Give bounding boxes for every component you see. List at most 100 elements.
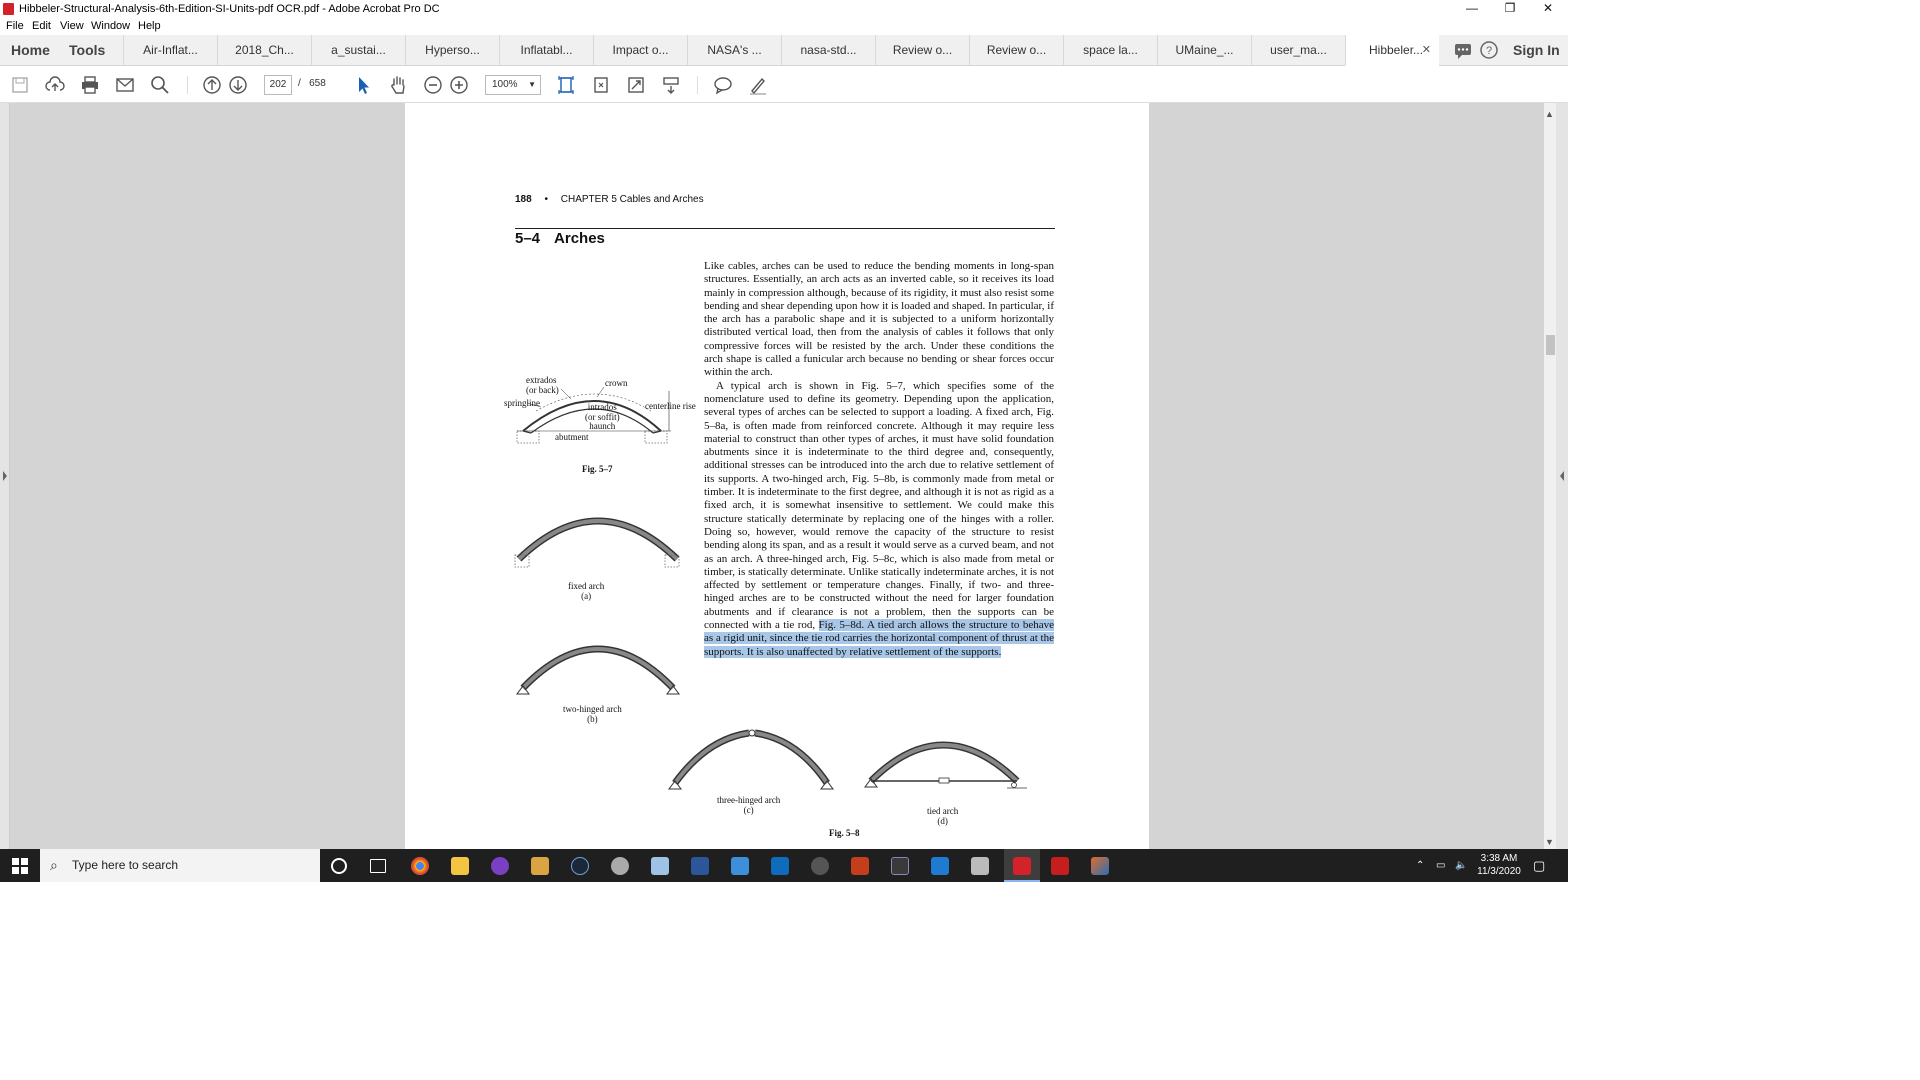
doc-tab-label: Hibbeler... [1369,43,1424,57]
steam-icon[interactable] [571,857,589,875]
app-grey-icon[interactable] [971,857,989,875]
doc-tab[interactable]: Air-Inflat... [123,35,217,65]
calculator-icon[interactable] [731,857,749,875]
left-pane-toggle[interactable] [0,103,10,849]
email-icon[interactable] [114,74,136,96]
print-icon[interactable] [79,74,101,96]
hand-tool-icon[interactable] [387,74,409,96]
notepad-icon[interactable] [651,857,669,875]
menu-help[interactable]: Help [138,20,161,32]
menu-edit[interactable]: Edit [32,20,51,32]
right-pane-toggle[interactable] [1556,103,1568,849]
rotate-page-icon[interactable] [590,74,612,96]
app-character-icon[interactable] [811,857,829,875]
draw-pen-icon[interactable] [747,74,769,96]
doc-tab[interactable]: NASA's ... [687,35,781,65]
app-gear-icon[interactable] [611,857,629,875]
doc-tab[interactable]: Inflatabl... [499,35,593,65]
powerpoint-icon[interactable] [851,857,869,875]
or-back-text: (or back) [526,385,559,395]
next-page-icon[interactable] [227,74,249,96]
chapter-label: CHAPTER 5 Cables and Arches [560,194,704,205]
cortana-icon[interactable] [331,858,347,874]
network-icon[interactable]: ▭ [1436,849,1445,882]
fig-a-letter: (a) [581,591,592,601]
fit-page-icon[interactable] [555,74,577,96]
doc-tab[interactable]: Review o... [875,35,969,65]
task-view-icon[interactable] [370,859,386,873]
help-icon[interactable]: ? [1479,35,1499,65]
doc-tab[interactable]: Review o... [969,35,1063,65]
comment-icon[interactable] [1454,35,1472,65]
taskbar-search-box[interactable]: ⌕ Type here to search [40,849,320,882]
app-folder-icon[interactable] [531,857,549,875]
search-icon[interactable] [149,74,171,96]
two-hinged-arch-figure [516,645,680,695]
windows-logo-icon [12,857,28,874]
tray-chevron-icon[interactable]: ⌃ [1416,849,1424,882]
close-button[interactable]: ✕ [1529,0,1567,18]
doc-tab[interactable]: space la... [1063,35,1157,65]
photos-icon[interactable] [931,857,949,875]
scroll-mode-icon[interactable] [660,74,682,96]
svg-text:?: ? [1486,45,1492,57]
chevron-down-icon: ▼ [528,80,536,89]
start-button[interactable] [0,849,40,882]
paragraph-1[interactable]: Like cables, arches can be used to reduc… [704,260,1054,380]
doc-tab[interactable]: a_sustai... [311,35,405,65]
upload-cloud-icon[interactable] [44,74,66,96]
doc-tab[interactable]: user_ma... [1251,35,1345,65]
doc-tab[interactable]: nasa-std... [781,35,875,65]
tab-tools[interactable]: Tools [69,35,105,65]
select-cursor-icon[interactable] [352,74,374,96]
scrollbar-thumb[interactable] [1546,335,1555,355]
save-icon[interactable] [9,74,31,96]
word-icon[interactable] [691,857,709,875]
tied-arch-figure [864,741,1027,789]
tab-home[interactable]: Home [11,35,50,65]
doc-tab[interactable]: Impact o... [593,35,687,65]
matlab-icon[interactable] [1091,857,1109,875]
search-placeholder: Type here to search [72,858,179,872]
zoom-in-icon[interactable] [448,74,470,96]
mail-icon[interactable] [771,857,789,875]
add-comment-icon[interactable] [712,74,734,96]
running-head-bullet: • [544,194,548,205]
zoom-out-icon[interactable] [422,74,444,96]
label-centerline-rise: centerline rise [645,401,696,411]
paragraph-2-text[interactable]: A typical arch is shown in Fig. 5–7, whi… [704,380,1054,631]
scroll-up-icon[interactable]: ▲ [1545,109,1554,119]
zoom-select[interactable]: 100% ▼ [485,75,541,95]
doc-tab[interactable]: 2018_Ch... [217,35,311,65]
doc-tab[interactable]: Hyperso... [405,35,499,65]
document-viewport[interactable]: 188 • CHAPTER 5 Cables and Arches 5–4 Arc… [0,103,1568,849]
minimize-button[interactable]: — [1453,0,1491,18]
volume-icon[interactable]: 🔈 [1455,849,1467,882]
menu-file[interactable]: File [6,20,24,32]
paragraph-2[interactable]: A typical arch is shown in Fig. 5–7, whi… [704,380,1055,659]
file-explorer-icon[interactable] [451,857,469,875]
tied-arch-label: tied arch [927,806,959,816]
body-text[interactable]: Like cables, arches can be used to reduc… [704,260,1055,659]
notifications-icon[interactable]: ▢ [1533,849,1545,882]
fig-b-letter: (b) [587,714,598,724]
menu-view[interactable]: View [60,20,84,32]
sign-in-button[interactable]: Sign In [1513,35,1560,65]
restore-button[interactable]: ❐ [1491,0,1529,18]
menu-window[interactable]: Window [91,20,130,32]
doc-tab[interactable]: UMaine_... [1157,35,1251,65]
chrome-icon[interactable] [411,857,429,875]
close-tab-icon[interactable]: ✕ [1422,35,1431,65]
solidworks-icon[interactable] [1051,857,1069,875]
doc-tab-active[interactable]: Hibbeler... ✕ [1345,35,1439,66]
page-number-input[interactable]: 202 [264,75,292,95]
clock[interactable]: 3:38 AM 11/3/2020 [1476,852,1522,878]
app-purple-icon[interactable] [491,857,509,875]
full-screen-icon[interactable] [625,74,647,96]
caption-tied-arch: tied arch (d) [927,806,958,826]
taskbar-acrobat-active[interactable] [1004,849,1040,882]
page-number-label: 188 [515,194,532,205]
app-dark-icon[interactable] [891,857,909,875]
prev-page-icon[interactable] [201,74,223,96]
scroll-down-icon[interactable]: ▼ [1545,837,1554,847]
